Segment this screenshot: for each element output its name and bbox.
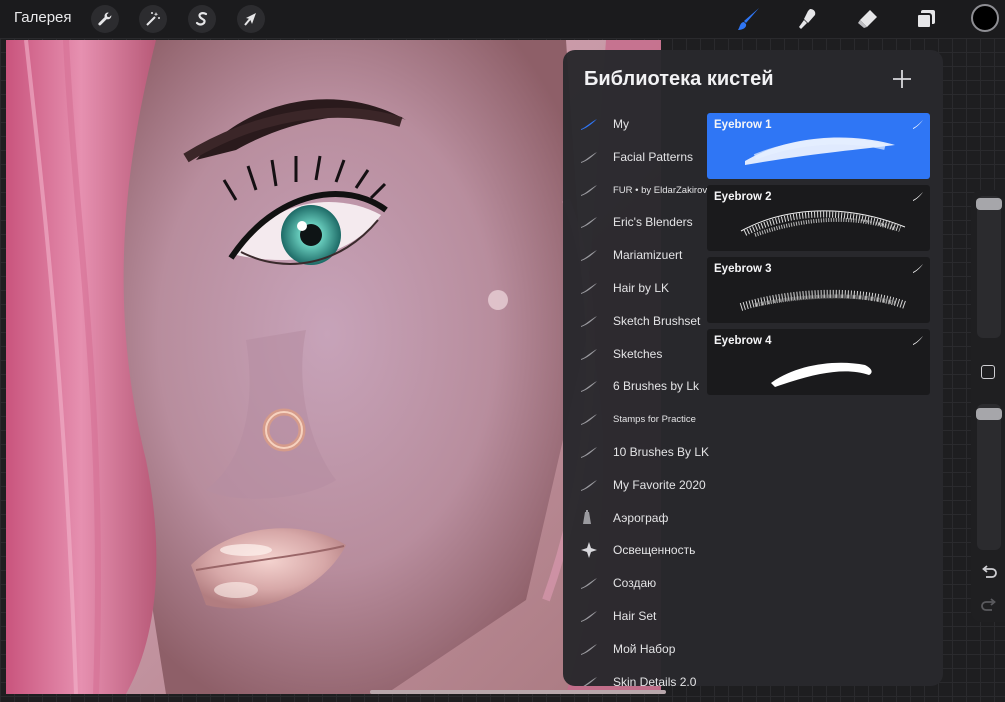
brush-set-label: Hair Set	[613, 609, 657, 623]
brush-set-label: Eric's Blenders	[613, 215, 693, 230]
brush-set-label: Hair by LK	[613, 281, 670, 295]
brush-stroke-preview	[771, 362, 872, 387]
brush-tool-button[interactable]	[734, 5, 764, 33]
brush-item[interactable]: Eyebrow 2	[707, 185, 930, 251]
transform-button[interactable]	[237, 5, 265, 33]
magic-wand-icon	[146, 12, 160, 26]
brush-stroke-icon	[581, 315, 597, 327]
sparkle-icon	[581, 542, 597, 559]
brush-set-item[interactable]: Мой Набор	[563, 635, 707, 665]
brush-set-item[interactable]: Skin Details 2.0	[563, 668, 707, 686]
brush-set-label: FUR • by EldarZakirov	[613, 184, 708, 196]
brush-stroke-preview	[739, 289, 907, 311]
brush-stroke-icon	[581, 643, 597, 655]
brush-stroke-icon	[581, 151, 597, 163]
brush-stroke-icon	[581, 250, 597, 262]
brush-library-panel: Библиотека кистей My Facial Patterns FUR •…	[563, 50, 943, 686]
brush-stroke-icon	[581, 184, 597, 196]
panel-title: Библиотека кистей	[584, 68, 774, 90]
brush-set-item[interactable]: Sketches	[563, 340, 707, 370]
brush-set-label: Mariamizuert	[613, 248, 683, 263]
brush-set-item[interactable]: My	[563, 110, 707, 140]
color-picker-button[interactable]	[971, 4, 999, 32]
brush-set-item[interactable]: Создаю	[563, 569, 707, 599]
brush-set-label: Stamps for Practice	[613, 414, 696, 426]
brush-sets-list: My Facial Patterns FUR • by EldarZakirov Er…	[563, 110, 710, 686]
brush-stroke-icon	[581, 414, 597, 426]
brush-set-item[interactable]: FUR • by EldarZakirov	[563, 176, 707, 206]
brush-set-label: Мой Набор	[613, 641, 676, 656]
brush-set-label: Facial Patterns	[613, 149, 694, 164]
brush-set-item[interactable]: Eric's Blenders	[563, 208, 707, 238]
brush-set-label: 10 Brushes By LK	[613, 445, 710, 459]
sidebar	[971, 190, 1005, 622]
brush-set-label: Создаю	[613, 576, 657, 591]
brush-set-item[interactable]: 10 Brushes By LK	[563, 438, 710, 468]
brush-stroke-icon	[581, 479, 597, 491]
smudge-tool-button[interactable]	[793, 5, 823, 33]
brush-stroke-icon	[581, 217, 597, 229]
brush-set-item[interactable]: Освещенность	[563, 536, 707, 566]
brush-set-label: My	[613, 117, 629, 131]
top-toolbar: Галерея	[0, 0, 1005, 38]
brush-set-item[interactable]: Аэрограф	[563, 504, 707, 534]
brush-stroke-icon	[581, 611, 597, 622]
redo-icon[interactable]	[979, 595, 999, 615]
brush-set-item[interactable]: Stamps for Practice	[563, 405, 707, 435]
brush-set-item[interactable]: Hair by LK	[563, 274, 707, 304]
brush-stroke-icon	[581, 447, 597, 458]
square-modify-icon[interactable]	[981, 365, 995, 379]
brush-item[interactable]: Eyebrow 4	[707, 329, 930, 395]
brush-stroke-preview	[745, 137, 895, 165]
undo-icon[interactable]	[979, 562, 999, 582]
layers-button[interactable]	[911, 5, 941, 33]
brush-set-item[interactable]: Hair Set	[563, 602, 707, 632]
brush-set-label: Sketch Brushset	[613, 313, 701, 328]
brush-set-label: My Favorite 2020	[613, 477, 706, 492]
brush-stroke-icon	[581, 119, 597, 130]
brush-set-item[interactable]: Sketch Brushset	[563, 307, 707, 337]
arrow-cursor-icon	[244, 13, 256, 26]
eraser-tool-button[interactable]	[852, 5, 882, 33]
eraser-icon	[858, 10, 877, 28]
brush-stroke-icon	[582, 676, 597, 686]
brush-item[interactable]: Eyebrow 3	[707, 257, 930, 323]
airbrush-icon	[583, 509, 591, 524]
layers-icon	[916, 10, 935, 29]
brush-size-slider[interactable]	[976, 196, 1002, 338]
brush-stroke-icon	[581, 578, 597, 590]
plus-icon[interactable]	[891, 68, 913, 90]
brush-stroke-preview	[740, 210, 906, 237]
brush-stroke-icon	[581, 381, 597, 393]
brush-set-label: Skin Details 2.0	[613, 674, 697, 686]
opacity-thumb[interactable]	[976, 408, 1002, 420]
selection-s-icon	[195, 12, 208, 26]
brush-set-item[interactable]: 6 Brushes by Lk	[563, 372, 707, 402]
brush-stroke-icon	[581, 283, 597, 294]
scroll-indicator	[370, 690, 666, 694]
adjustments-button[interactable]	[139, 5, 167, 33]
actions-button[interactable]	[91, 5, 119, 33]
wrench-icon	[98, 12, 112, 26]
brush-set-label: 6 Brushes by Lk	[613, 379, 700, 394]
brush-stroke-icon	[581, 348, 597, 360]
brush-item[interactable]: Eyebrow 1	[707, 113, 930, 179]
brush-set-label: Sketches	[613, 346, 663, 361]
gallery-button[interactable]: Галерея	[14, 9, 72, 26]
brush-set-item[interactable]: Facial Patterns	[563, 143, 707, 173]
smudge-icon	[799, 9, 816, 29]
brush-set-item[interactable]: Mariamizuert	[563, 241, 707, 271]
brush-set-label: Аэрограф	[613, 510, 669, 525]
selection-button[interactable]	[188, 5, 216, 33]
brush-set-label: Освещенность	[613, 543, 696, 558]
opacity-slider[interactable]	[976, 404, 1002, 550]
brush-size-thumb[interactable]	[976, 198, 1002, 210]
brush-icon	[738, 8, 759, 30]
brush-set-item[interactable]: My Favorite 2020	[563, 471, 707, 501]
